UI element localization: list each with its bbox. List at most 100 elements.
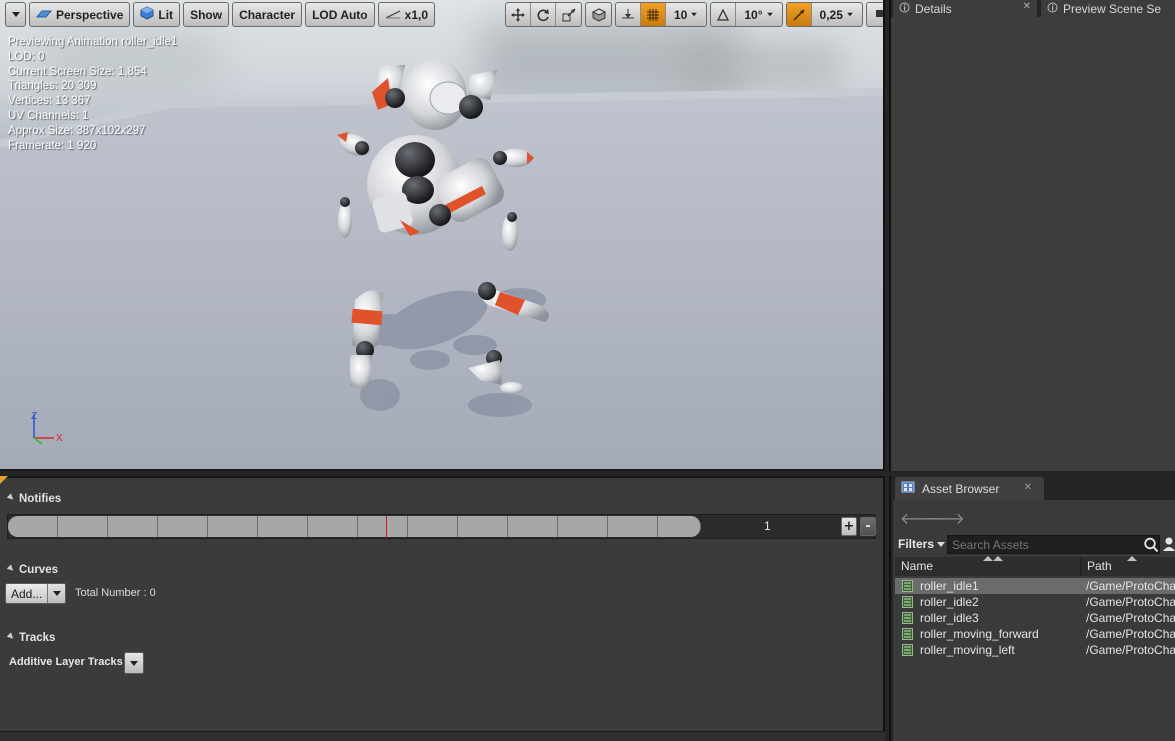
forward-arrow-icon[interactable]: 🡒 — [922, 508, 965, 528]
scale-snap-icon[interactable] — [786, 3, 812, 26]
animation-viewport[interactable]: Perspective Lit Show Character LOD Auto — [0, 0, 885, 471]
animation-asset-icon — [902, 580, 913, 592]
list-item[interactable]: roller_moving_left /Game/ProtoCha — [895, 642, 1175, 658]
notify-frame-segment[interactable] — [608, 516, 658, 537]
character-button[interactable]: Character — [232, 2, 303, 27]
grid-snap-group: 10 — [615, 2, 708, 27]
viewport-stats: Previewing Animation roller_idle1 LOD: 0… — [8, 35, 177, 153]
details-tab-bar: Details ✕ Preview Scene Se — [891, 0, 1175, 17]
timeline-strip[interactable] — [0, 731, 885, 741]
grid-snap-value[interactable]: 10 — [666, 3, 706, 26]
tab-preview-scene-settings[interactable]: Preview Scene Se — [1041, 0, 1175, 17]
animation-asset-icon — [902, 628, 913, 640]
show-button[interactable]: Show — [183, 2, 230, 27]
asset-name: roller_moving_forward — [920, 627, 1039, 641]
rotation-snap-value[interactable]: 10° — [736, 3, 781, 26]
curves-section-header[interactable]: Curves — [6, 564, 58, 576]
asset-name: roller_idle3 — [920, 611, 979, 625]
notify-frame-segment[interactable] — [158, 516, 208, 537]
chevron-down-icon — [937, 541, 946, 547]
rotate-icon[interactable] — [531, 3, 556, 26]
view-mode-button[interactable]: Lit — [133, 2, 181, 27]
filters-button[interactable]: Filters — [898, 537, 946, 551]
notify-frame-segment[interactable] — [8, 516, 58, 537]
notifies-section-header[interactable]: Notifies — [6, 493, 62, 505]
viewport-toolbar-left: Perspective Lit Show Character LOD Auto — [5, 2, 435, 28]
playback-speed-button[interactable]: x1,0 — [377, 2, 435, 27]
tracks-section-header[interactable]: Tracks — [6, 632, 56, 644]
info-icon — [899, 2, 910, 16]
notify-frame-segment[interactable] — [558, 516, 608, 537]
notifies-title: Notifies — [19, 493, 62, 505]
notify-frame-segment[interactable] — [208, 516, 258, 537]
camera-speed-button[interactable]: 4 — [867, 3, 883, 26]
search-input[interactable] — [947, 535, 1160, 554]
perspective-button[interactable]: Perspective — [29, 2, 131, 27]
notify-frame-segment[interactable] — [658, 516, 701, 537]
stats-line: Framerate: 1 920 — [8, 139, 97, 152]
notify-frame-segment[interactable] — [508, 516, 558, 537]
notify-frame-segment[interactable] — [458, 516, 508, 537]
list-item[interactable]: roller_idle1 /Game/ProtoCha — [895, 578, 1175, 594]
viewport-toolbar-right: 10 10° 0,25 — [505, 2, 883, 28]
user-icon[interactable] — [1163, 536, 1175, 556]
list-item[interactable]: roller_idle3 /Game/ProtoCha — [895, 610, 1175, 626]
tab-asset-browser[interactable]: Asset Browser ✕ — [895, 477, 1044, 500]
grid-snap-value-label: 10 — [674, 7, 688, 22]
add-curve-button[interactable]: Add... — [6, 584, 48, 603]
notify-frame-segment[interactable] — [258, 516, 308, 537]
additive-layer-tracks-dropdown[interactable] — [124, 652, 144, 674]
scale-snap-value[interactable]: 0,25 — [812, 3, 862, 26]
tab-details-label: Details — [915, 1, 952, 16]
tab-details[interactable]: Details ✕ — [893, 0, 1037, 17]
chevron-down-icon — [847, 12, 853, 17]
surface-snap-icon[interactable] — [616, 3, 641, 26]
notify-frame-segment[interactable] — [108, 516, 158, 537]
translate-icon[interactable] — [506, 3, 531, 26]
notify-frame-segment[interactable] — [58, 516, 108, 537]
asset-name: roller_idle1 — [920, 579, 979, 593]
close-icon[interactable]: ✕ — [1024, 482, 1032, 493]
lit-label: Lit — [158, 7, 174, 22]
coordinate-space-group — [585, 2, 612, 27]
stats-line: UV Channels: 1 — [8, 109, 89, 122]
additive-layer-tracks-label: Additive Layer Tracks — [9, 656, 123, 668]
camera-icon — [875, 7, 883, 22]
viewport-options-button[interactable] — [5, 2, 26, 27]
list-item[interactable]: roller_idle2 /Game/ProtoCha — [895, 594, 1175, 610]
asset-name: roller_moving_left — [920, 643, 1015, 657]
world-space-icon[interactable] — [586, 3, 611, 26]
lod-label: LOD Auto — [312, 7, 368, 22]
add-curve-dropdown[interactable] — [47, 584, 66, 603]
scrub-position-marker[interactable] — [386, 516, 387, 538]
tab-preview-scene-label: Preview Scene Se — [1063, 1, 1162, 16]
stats-line: Current Screen Size: 1,854 — [8, 65, 147, 78]
rotation-snap-icon[interactable] — [711, 3, 737, 26]
add-notify-track-button[interactable]: + — [841, 517, 857, 536]
search-icon[interactable] — [1143, 537, 1159, 557]
asset-browser-tab-label: Asset Browser — [922, 481, 1000, 496]
chevron-down-icon — [52, 591, 61, 596]
stats-line: Vertices: 13 367 — [8, 95, 91, 108]
add-curve-combo: Add... — [5, 583, 67, 604]
asset-path: /Game/ProtoCha — [1086, 579, 1175, 593]
chevron-down-icon — [130, 660, 138, 666]
close-icon[interactable]: ✕ — [1023, 1, 1031, 12]
axis-z-label: Z — [31, 411, 37, 422]
tracks-title: Tracks — [19, 632, 56, 644]
stats-line: LOD: 0 — [8, 50, 45, 63]
notify-frame-segment[interactable] — [308, 516, 358, 537]
scale-icon[interactable] — [556, 3, 581, 26]
info-icon — [1047, 2, 1058, 16]
list-item[interactable]: roller_moving_forward /Game/ProtoCha — [895, 626, 1175, 642]
lod-button[interactable]: LOD Auto — [305, 2, 375, 27]
stats-line: Previewing Animation roller_idle1 — [8, 36, 178, 48]
grid-snap-icon[interactable] — [641, 3, 666, 26]
rotation-snap-group: 10° — [710, 2, 783, 27]
axis-gizmo: Z X — [26, 408, 76, 453]
notify-frame-segment[interactable] — [358, 516, 408, 537]
stats-line: Approx Size: 387x102x297 — [8, 124, 146, 137]
remove-notify-track-button[interactable]: - — [860, 517, 876, 536]
speed-icon — [385, 8, 401, 22]
notify-frame-segment[interactable] — [408, 516, 458, 537]
